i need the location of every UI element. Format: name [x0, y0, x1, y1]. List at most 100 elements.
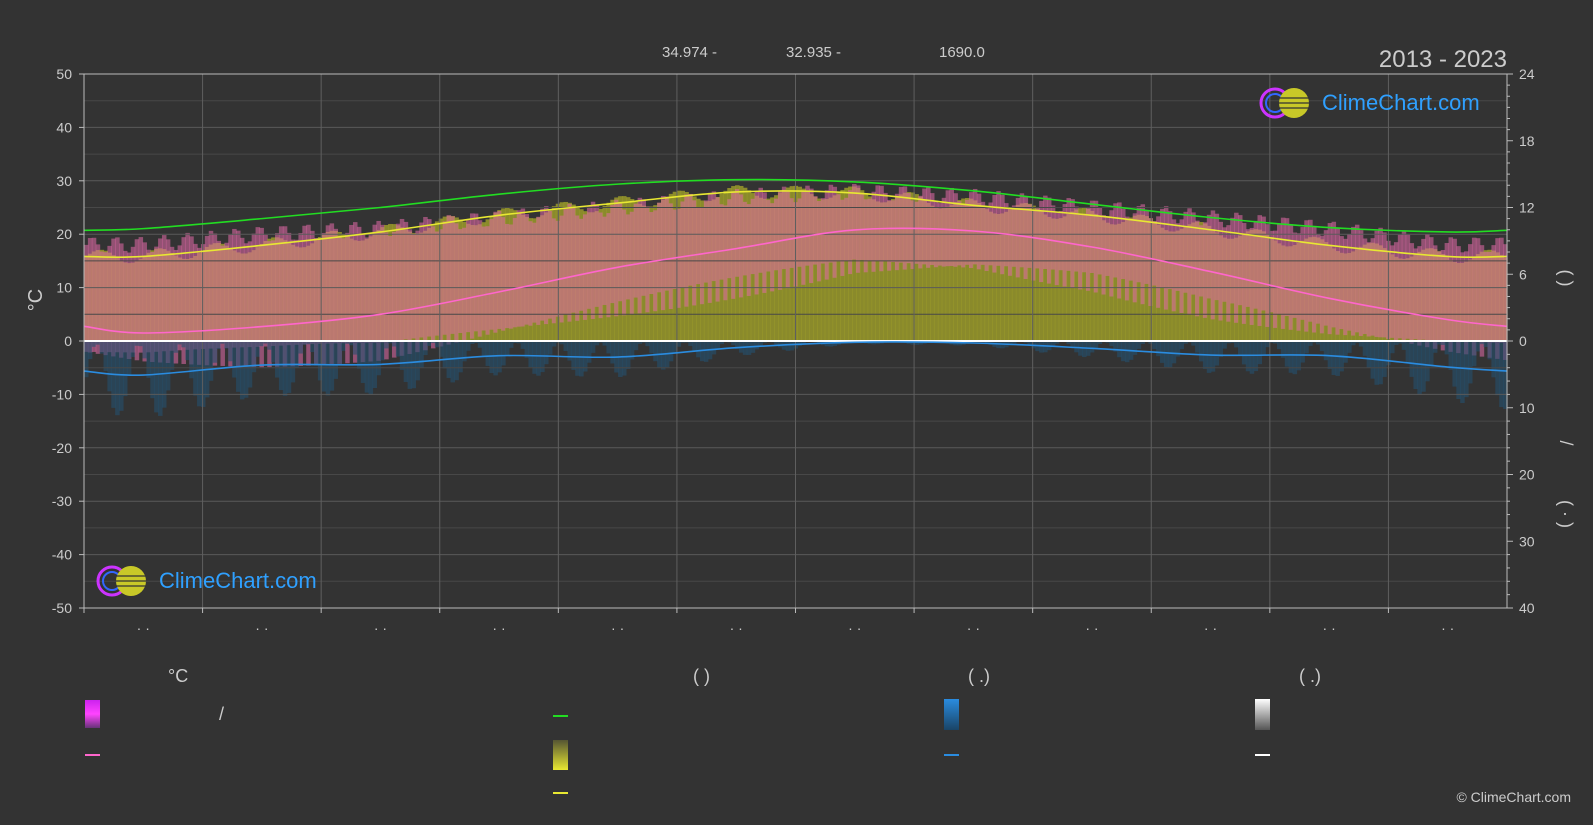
temperature-range-bar — [103, 252, 108, 356]
temperature-range-bar — [1479, 245, 1485, 357]
temperature-range-bar — [567, 203, 572, 322]
temperature-range-bar — [633, 203, 639, 298]
logo-bottom[interactable]: ClimeChart.com — [95, 564, 317, 598]
temperature-range-bar — [789, 198, 795, 268]
temperature-range-bar — [941, 197, 947, 267]
logo-icon — [96, 565, 146, 597]
temperature-range-bar — [735, 189, 740, 277]
temperature-range-bar — [146, 249, 151, 353]
temperature-range-bar — [836, 194, 841, 262]
temperature-range-bar — [680, 201, 685, 288]
temperature-range-bar — [1265, 224, 1270, 327]
temperature-range-bar — [1027, 204, 1032, 268]
temperature-range-bar — [469, 213, 475, 339]
temperature-range-bar — [813, 196, 818, 265]
temperature-range-bar — [571, 207, 576, 313]
rain-bar — [1121, 341, 1126, 362]
temperature-range-bar — [1436, 251, 1442, 341]
temperature-range-bar — [770, 203, 775, 292]
rain-bar — [165, 341, 171, 391]
temperature-range-bar — [1390, 245, 1395, 338]
rain-bar — [1152, 341, 1157, 350]
rain-bar — [216, 341, 222, 349]
rain-bar — [586, 341, 592, 363]
temperature-range-bar — [403, 221, 409, 340]
rain-bar — [622, 341, 627, 376]
legend-daylight-head: ( ) — [693, 666, 710, 686]
rain-bar — [271, 341, 276, 363]
rain-bar — [649, 341, 654, 354]
rain-bar — [415, 341, 420, 381]
temperature-range-bar — [1031, 209, 1036, 281]
rain-bar — [1199, 341, 1204, 362]
temperature-range-bar — [1339, 236, 1344, 330]
temperature-range-bar — [547, 210, 553, 319]
temperature-range-bar — [1327, 223, 1333, 335]
rain-bar — [1276, 341, 1282, 350]
temperature-range-bar — [1085, 207, 1091, 291]
temperature-range-bar — [816, 200, 822, 282]
temperature-range-bar — [130, 246, 136, 353]
rain-bar — [200, 341, 206, 407]
legend-temp-range-swatch — [85, 700, 100, 728]
right-tick-label-mm: 30 — [1519, 533, 1535, 549]
temperature-range-bar — [894, 193, 900, 271]
temperature-range-bar — [961, 204, 966, 268]
rain-bar — [1444, 341, 1450, 355]
temperature-range-bar — [1460, 252, 1465, 342]
x-tick-label: · · — [137, 620, 150, 636]
rain-bar — [789, 341, 795, 351]
rain-bar — [169, 341, 175, 370]
legend-temp-range-slash: / — [219, 704, 225, 724]
temperature-range-bar — [805, 185, 810, 266]
rain-bar — [711, 341, 717, 355]
temperature-range-bar — [454, 223, 459, 343]
x-tick-label: · · — [1323, 620, 1336, 636]
temperature-range-bar — [1062, 204, 1068, 287]
temperature-range-bar — [723, 205, 728, 301]
temperature-range-bar — [1167, 211, 1173, 290]
temperature-range-bar — [200, 244, 206, 349]
left-tick-label: 30 — [56, 173, 72, 189]
temperature-range-bar — [957, 201, 962, 266]
temperature-range-bar — [590, 201, 596, 320]
temperature-range-bar — [859, 192, 865, 260]
temperature-range-bar — [477, 220, 483, 337]
temperature-range-bar — [1237, 215, 1243, 306]
left-tick-label: 50 — [56, 66, 72, 82]
logo-text: ClimeChart.com — [1322, 90, 1480, 115]
temperature-range-bar — [883, 192, 888, 262]
rain-bar — [395, 341, 401, 357]
rain-bar — [224, 341, 229, 349]
rain-bar — [1136, 341, 1142, 349]
temperature-range-bar — [719, 204, 724, 280]
rain-bar — [1132, 341, 1138, 355]
temperature-range-bar — [1444, 243, 1450, 342]
legend-sunshine-line — [553, 792, 568, 794]
rain-bar — [146, 341, 151, 378]
rain-bar — [1261, 341, 1266, 356]
right-tick-label-mm: 20 — [1519, 467, 1535, 483]
temperature-range-bar — [411, 233, 416, 339]
temperature-range-bar — [1409, 243, 1415, 344]
temperature-range-bar — [349, 224, 354, 344]
rain-bar — [1475, 341, 1481, 352]
right-axis-label-top: ( ) — [1556, 270, 1576, 287]
temperature-range-bar — [458, 229, 463, 334]
legend-rain-line — [944, 754, 959, 756]
rain-bar — [528, 341, 533, 368]
temperature-range-bar — [1234, 212, 1239, 323]
right-axis-label-bottom: / — [1556, 440, 1576, 445]
copyright[interactable]: © ClimeChart.com — [1456, 789, 1571, 805]
temperature-range-bar — [1354, 224, 1360, 333]
rain-bar — [282, 341, 288, 396]
temperature-range-bar — [742, 201, 748, 276]
temperature-range-bar — [965, 199, 970, 265]
temperature-range-bar — [154, 246, 159, 352]
rain-bar — [314, 341, 319, 366]
legend-snow-line — [1255, 754, 1270, 756]
rain-bar — [466, 341, 471, 351]
logo-top[interactable]: ClimeChart.com — [1258, 86, 1480, 120]
rain-bar — [1249, 341, 1255, 374]
temperature-range-bar — [1249, 227, 1255, 325]
